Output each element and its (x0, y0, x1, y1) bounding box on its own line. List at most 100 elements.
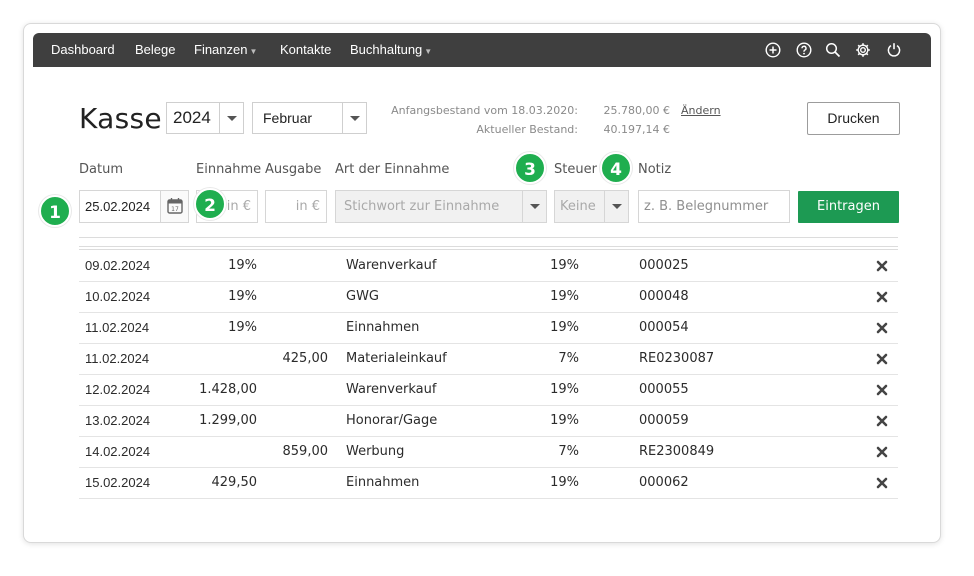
entry-type: Honorar/Gage (346, 413, 438, 428)
col-header-date: Datum (79, 162, 123, 177)
form-divider (79, 237, 898, 238)
entry-income: 19% (228, 289, 257, 304)
opening-balance-label: Anfangsbestand vom 18.03.2020: (391, 104, 578, 117)
table-row: 13.02.2024 1.299,00 Honorar/Gage 19% 000… (79, 406, 898, 437)
entry-income: 19% (228, 320, 257, 335)
table-row: 10.02.2024 19% GWG 19% 000048 (79, 282, 898, 313)
entry-tax: 7% (558, 444, 579, 459)
col-header-type: Art der Einnahme (335, 162, 450, 177)
chevron-down-icon[interactable] (342, 103, 366, 133)
delete-icon[interactable] (876, 446, 888, 458)
delete-icon[interactable] (876, 384, 888, 396)
annotation-badge-3: 3 (514, 152, 546, 184)
entry-date: 15.02.2024 (85, 475, 151, 490)
change-opening-balance-link[interactable]: Ändern (681, 104, 721, 117)
chevron-down-icon[interactable] (522, 191, 546, 222)
annotation-badge-4: 4 (600, 152, 632, 184)
month-select[interactable]: Februar (252, 102, 367, 134)
entry-tax: 19% (550, 320, 579, 335)
chevron-down-icon: ▼ (424, 47, 433, 56)
entry-type: Einnahmen (346, 320, 420, 335)
entry-date: 14.02.2024 (85, 444, 151, 459)
current-balance-label: Aktueller Bestand: (476, 123, 578, 136)
delete-icon[interactable] (876, 291, 888, 303)
nav-finanzen[interactable]: Finanzen ▼ (194, 33, 257, 67)
col-header-note: Notiz (638, 162, 672, 177)
entry-note: 000025 (639, 258, 689, 273)
table-row: 12.02.2024 1.428,00 Warenverkauf 19% 000… (79, 375, 898, 406)
col-header-expense: Ausgabe (265, 162, 322, 177)
top-navbar: Dashboard Belege Finanzen ▼ Kontakte Buch… (33, 33, 931, 67)
entry-income: 1.299,00 (199, 413, 257, 428)
income-type-select[interactable]: Stichwort zur Einnahme (335, 190, 547, 223)
entry-note: 000054 (639, 320, 689, 335)
entry-type: Werbung (346, 444, 405, 459)
help-icon[interactable] (796, 42, 812, 58)
delete-icon[interactable] (876, 477, 888, 489)
entry-note: 000059 (639, 413, 689, 428)
table-row: 14.02.2024 859,00 Werbung 7% RE2300849 (79, 437, 898, 468)
date-input[interactable]: 25.02.2024 17 (79, 190, 189, 223)
svg-text:17: 17 (171, 206, 179, 213)
entry-tax: 19% (550, 413, 579, 428)
entry-date: 11.02.2024 (85, 320, 150, 335)
table-row: 09.02.2024 19% Warenverkauf 19% 000025 (79, 251, 898, 282)
print-button[interactable]: Drucken (807, 102, 900, 135)
nav-dashboard[interactable]: Dashboard (51, 33, 115, 67)
entry-date: 13.02.2024 (85, 413, 151, 428)
table-row: 15.02.2024 429,50 Einnahmen 19% 000062 (79, 468, 898, 499)
table-row: 11.02.2024 19% Einnahmen 19% 000054 (79, 313, 898, 344)
opening-balance-value: 25.780,00 € (603, 104, 670, 117)
entry-type: Einnahmen (346, 475, 420, 490)
delete-icon[interactable] (876, 322, 888, 334)
table-top-border (79, 246, 898, 247)
table-row: 11.02.2024 425,00 Materialeinkauf 7% RE0… (79, 344, 898, 375)
col-header-income: Einnahme (196, 162, 262, 177)
entry-expense: 859,00 (282, 444, 329, 459)
plus-circle-icon[interactable] (765, 42, 781, 58)
delete-icon[interactable] (876, 260, 888, 272)
entry-expense: 425,00 (282, 351, 329, 366)
table-top-border (79, 249, 898, 250)
delete-icon[interactable] (876, 353, 888, 365)
entry-note: RE0230087 (639, 351, 715, 366)
year-select[interactable]: 2024 (166, 102, 244, 134)
entry-income: 429,50 (211, 475, 258, 490)
gear-icon[interactable] (855, 42, 871, 58)
entry-type: GWG (346, 289, 380, 304)
entry-tax: 19% (550, 289, 579, 304)
entry-note: 000062 (639, 475, 689, 490)
col-header-tax: Steuer (554, 162, 597, 177)
search-icon[interactable] (825, 42, 841, 58)
entry-date: 09.02.2024 (85, 258, 151, 273)
entry-note: RE2300849 (639, 444, 715, 459)
expense-input[interactable]: in € (265, 190, 327, 223)
calendar-icon[interactable]: 17 (160, 191, 188, 222)
current-balance-value: 40.197,14 € (603, 123, 670, 136)
annotation-badge-1: 1 (39, 195, 71, 227)
note-input[interactable]: z. B. Belegnummer (638, 190, 790, 223)
nav-kontakte[interactable]: Kontakte (280, 33, 331, 67)
entry-date: 11.02.2024 (85, 351, 150, 366)
entry-date: 10.02.2024 (85, 289, 151, 304)
entry-tax: 7% (558, 351, 579, 366)
chevron-down-icon[interactable] (219, 103, 243, 133)
entry-tax: 19% (550, 475, 579, 490)
entry-tax: 19% (550, 382, 579, 397)
entry-type: Warenverkauf (346, 258, 437, 273)
nav-belege[interactable]: Belege (135, 33, 175, 67)
entry-income: 1.428,00 (199, 382, 257, 397)
submit-entry-button[interactable]: Eintragen (798, 191, 899, 223)
annotation-badge-2: 2 (194, 188, 226, 220)
entry-note: 000055 (639, 382, 689, 397)
entry-income: 19% (228, 258, 257, 273)
nav-buchhaltung[interactable]: Buchhaltung ▼ (350, 33, 432, 67)
tax-select[interactable]: Keine (554, 190, 629, 223)
entry-note: 000048 (639, 289, 689, 304)
chevron-down-icon: ▼ (249, 47, 258, 56)
entry-type: Materialeinkauf (346, 351, 447, 366)
power-icon[interactable] (886, 42, 902, 58)
delete-icon[interactable] (876, 415, 888, 427)
page-title: Kasse (79, 102, 162, 135)
chevron-down-icon[interactable] (604, 191, 628, 222)
